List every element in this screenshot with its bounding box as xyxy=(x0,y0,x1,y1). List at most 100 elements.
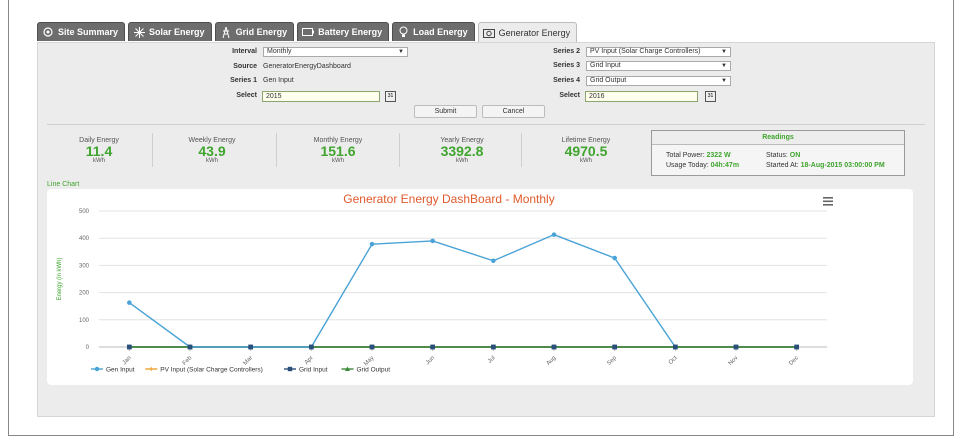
x-tick-label: Dec xyxy=(788,355,800,367)
x-tick-label: Jan xyxy=(122,355,133,366)
chevron-down-icon: ▼ xyxy=(398,49,404,55)
readings-title: Readings xyxy=(652,131,904,145)
x-tick-label: Oct xyxy=(668,355,679,366)
stat-daily: Daily Energy 11.4 kWh xyxy=(49,137,149,164)
series4-select[interactable]: Grid Output ▼ xyxy=(586,76,731,86)
status-label: Status: xyxy=(766,152,788,159)
x-tick-label: Jul xyxy=(487,355,497,365)
interval-value: Monthly xyxy=(267,48,292,55)
legend-marker xyxy=(287,366,293,372)
series3-value: Grid Input xyxy=(590,62,621,69)
tab-grid-energy[interactable]: Grid Energy xyxy=(214,22,295,41)
x-tick-label: Aug xyxy=(546,355,558,367)
select-left-label: Select xyxy=(236,92,257,99)
y-axis-label: Energy (in kWh) xyxy=(57,257,63,300)
y-tick-label: 400 xyxy=(79,236,90,242)
interval-label: Interval xyxy=(232,48,257,55)
tab-label: Load Energy xyxy=(413,27,468,37)
stat-lifetime: Lifetime Energy 4970.5 kWh xyxy=(536,137,636,164)
tab-label: Battery Energy xyxy=(318,27,383,37)
stat-unit: kWh xyxy=(332,158,344,164)
tab-battery-energy[interactable]: Battery Energy xyxy=(297,22,390,41)
tab-site-summary[interactable]: Site Summary xyxy=(37,22,126,41)
bulb-icon xyxy=(397,26,409,38)
usage-today: Usage Today: 04h:47m xyxy=(666,162,739,169)
tab-generator-energy[interactable]: Generator Energy xyxy=(477,22,578,43)
data-point xyxy=(612,344,617,350)
status-value: ON xyxy=(789,152,801,159)
data-point xyxy=(673,344,678,350)
tab-solar-energy[interactable]: Solar Energy xyxy=(128,22,212,41)
x-tick-label: Sep xyxy=(606,355,618,367)
sun-icon xyxy=(133,26,145,38)
data-point xyxy=(430,344,435,350)
tab-load-energy[interactable]: Load Energy xyxy=(392,22,475,41)
tab-label: Site Summary xyxy=(58,27,119,37)
legend-label: Gen Input xyxy=(106,367,135,374)
stat-monthly: Monthly Energy 151.6 kWh xyxy=(288,137,388,164)
divider xyxy=(47,124,925,125)
stat-value: 11.4 xyxy=(85,143,113,159)
series-line xyxy=(128,233,676,348)
battery-icon xyxy=(302,26,315,38)
divider xyxy=(152,133,153,167)
data-point xyxy=(551,344,557,350)
tab-label: Generator Energy xyxy=(498,28,571,38)
data-point xyxy=(794,344,799,350)
calendar-icon[interactable]: 31 xyxy=(385,91,396,102)
legend-marker xyxy=(149,367,154,371)
data-point xyxy=(369,344,375,350)
submit-button[interactable]: Submit xyxy=(414,105,477,118)
tab-bar: Site Summary Solar Energy Grid Energy Ba… xyxy=(37,22,578,43)
series1-value: Gen Input xyxy=(263,77,294,84)
source-label: Source xyxy=(233,63,257,70)
stat-unit: kWh xyxy=(93,158,105,164)
source-value: GeneratorEnergyDashboard xyxy=(263,63,351,70)
hamburger-icon[interactable] xyxy=(823,197,833,206)
series3-label: Series 3 xyxy=(553,62,580,69)
stat-value: 3392.8 xyxy=(440,143,484,159)
series3-select[interactable]: Grid Input ▼ xyxy=(586,61,731,71)
line-chart-label: Line Chart xyxy=(47,181,80,188)
legend-label: Grid Input xyxy=(299,367,328,374)
data-point xyxy=(491,258,496,264)
x-tick-label: Jun xyxy=(425,355,436,366)
data-point xyxy=(733,344,739,350)
series2-value: PV Input (Solar Charge Controllers) xyxy=(590,48,701,55)
series2-label: Series 2 xyxy=(553,48,580,55)
stat-value: 4970.5 xyxy=(564,143,608,159)
series2-select[interactable]: PV Input (Solar Charge Controllers) ▼ xyxy=(586,47,731,57)
site-icon xyxy=(42,26,54,38)
generator-icon xyxy=(482,27,495,39)
total-power-label: Total Power: xyxy=(666,152,705,159)
x-tick-label: Mar xyxy=(243,355,255,367)
interval-select[interactable]: Monthly ▼ xyxy=(263,47,408,57)
x-tick-label: Feb xyxy=(182,355,194,367)
usage-label: Usage Today: xyxy=(666,162,709,169)
started-label: Started At: xyxy=(766,162,799,169)
legend-label: PV Input (Solar Charge Controllers) xyxy=(160,367,263,374)
stat-weekly: Weekly Energy 43.9 kWh xyxy=(162,137,262,164)
x-tick-label: Nov xyxy=(728,355,740,367)
year-right-input[interactable]: 2016 xyxy=(585,91,698,102)
divider xyxy=(399,133,400,167)
stat-unit: kWh xyxy=(456,158,468,164)
started-at: Started At: 18-Aug-2015 03:00:00 PM xyxy=(766,162,885,169)
y-tick-label: 500 xyxy=(79,209,90,215)
stat-yearly: Yearly Energy 3392.8 kWh xyxy=(412,137,512,164)
data-point xyxy=(369,241,375,247)
year-left-input[interactable]: 2015 xyxy=(262,91,380,102)
stat-value: 151.6 xyxy=(320,143,356,159)
started-value: 18-Aug-2015 03:00:00 PM xyxy=(800,162,885,169)
y-tick-label: 200 xyxy=(79,291,90,297)
status: Status: ON xyxy=(766,152,800,159)
cancel-button[interactable]: Cancel xyxy=(482,105,545,118)
calendar-icon[interactable]: 31 xyxy=(705,91,716,102)
chart-container: Generator Energy DashBoard - Monthly Ene… xyxy=(47,189,913,385)
divider xyxy=(521,133,522,167)
data-point xyxy=(187,344,193,350)
tower-icon xyxy=(220,26,232,38)
line-chart: Generator Energy DashBoard - Monthly Ene… xyxy=(57,192,833,374)
y-tick-label: 0 xyxy=(86,345,90,351)
select-right-label: Select xyxy=(559,92,580,99)
